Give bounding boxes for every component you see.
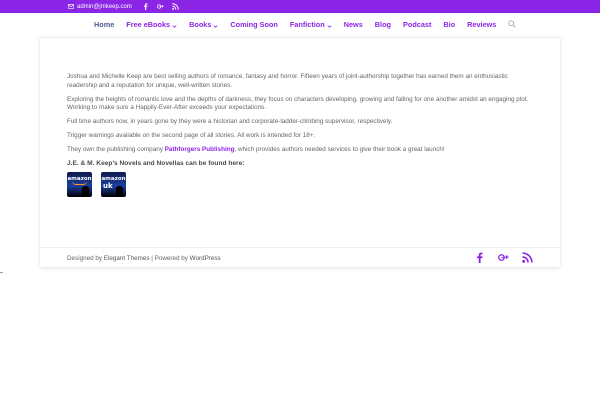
rss-icon[interactable]: [172, 3, 180, 11]
publishing-paragraph: They own the publishing company Pathforg…: [67, 146, 537, 155]
amazon-smile-icon: [72, 181, 87, 185]
page-container: Joshua and Michelle Keep are best sellin…: [40, 37, 560, 267]
store-links-heading: J.E. & M. Keep’s Novels and Novellas can…: [67, 159, 245, 167]
trigger-warning-paragraph: Trigger warnings available on the second…: [67, 132, 316, 140]
nav-item-label: Bio: [443, 19, 456, 29]
nav-item-home[interactable]: Home: [94, 20, 114, 29]
nav-item-label: Blog: [374, 19, 391, 29]
footer-credits: Designed by Elegant Themes | Powered by …: [67, 255, 221, 262]
nav-item-coming-soon[interactable]: Coming Soon: [230, 20, 277, 29]
silhouette-icon: [82, 185, 89, 197]
nav-item-fanfiction[interactable]: Fanfiction: [290, 20, 332, 29]
main-content: Joshua and Michelle Keep are best sellin…: [67, 73, 537, 197]
main-nav: Home Free eBooks Books Coming Soon Fanfictio…: [94, 13, 517, 35]
amazon-us-badge[interactable]: amazon: [67, 171, 92, 197]
nav-item-label: Reviews: [467, 19, 497, 29]
store-badges: amazon amazon uk: [67, 171, 537, 197]
nav-item-label: News: [343, 19, 363, 29]
powered-by-text: | Powered by: [149, 255, 190, 262]
nav-item-label: Books: [189, 19, 212, 29]
amazon-uk-country: uk: [103, 181, 113, 190]
designed-by-text: Designed by: [67, 255, 104, 262]
publishing-text-after: , which provides authors needed services…: [234, 145, 445, 153]
nav-item-label: Free eBooks: [126, 19, 171, 29]
google-plus-icon[interactable]: [498, 252, 509, 263]
nav-item-bio[interactable]: Bio: [443, 20, 455, 29]
facebook-icon[interactable]: [474, 252, 485, 263]
intro-paragraph: Joshua and Michelle Keep are best sellin…: [67, 73, 508, 89]
nav-item-label: Fanfiction: [289, 19, 325, 29]
pathforgers-link[interactable]: Pathforgers Publishing: [165, 146, 235, 153]
rss-icon[interactable]: [522, 252, 533, 263]
top-bar-social: [142, 3, 180, 11]
nav-item-podcast[interactable]: Podcast: [403, 20, 431, 29]
background-paragraph: Full time authors now, in years gone by …: [67, 118, 393, 126]
nav-item-news[interactable]: News: [344, 20, 363, 29]
chevron-down-icon: [327, 22, 332, 28]
top-bar: admin@jmkeep.com: [0, 0, 600, 13]
top-bar-email-text[interactable]: admin@jmkeep.com: [77, 4, 132, 10]
facebook-icon[interactable]: [142, 3, 150, 11]
nav-item-books[interactable]: Books: [189, 20, 218, 29]
nav-item-label: Coming Soon: [230, 19, 278, 29]
search-icon[interactable]: [508, 20, 517, 28]
main-header: Home Free eBooks Books Coming Soon Fanfictio…: [0, 13, 600, 39]
publishing-text-before: They own the publishing company: [67, 145, 165, 153]
google-plus-icon[interactable]: [157, 3, 165, 11]
chevron-down-icon: [213, 22, 218, 28]
chevron-down-icon: [172, 22, 177, 28]
top-bar-inner: admin@jmkeep.com: [67, 0, 180, 13]
footer-social: [474, 252, 533, 263]
nav-item-blog[interactable]: Blog: [375, 20, 391, 29]
nav-item-label: Podcast: [403, 19, 432, 29]
footer: Designed by Elegant Themes | Powered by …: [40, 247, 560, 268]
top-bar-email[interactable]: admin@jmkeep.com: [67, 3, 132, 11]
elegant-themes-link[interactable]: Elegant Themes: [104, 255, 150, 262]
nav-item-free-ebooks[interactable]: Free eBooks: [126, 20, 177, 29]
nav-item-reviews[interactable]: Reviews: [467, 20, 496, 29]
wordpress-link[interactable]: WordPress: [190, 255, 221, 262]
nav-item-label: Home: [94, 19, 115, 29]
envelope-icon: [67, 3, 75, 11]
silhouette-icon: [116, 185, 123, 197]
stray-mark: [0, 272, 3, 273]
themes-paragraph: Exploring the heights of romantic love a…: [67, 95, 529, 112]
amazon-uk-badge[interactable]: amazon uk: [101, 171, 126, 197]
